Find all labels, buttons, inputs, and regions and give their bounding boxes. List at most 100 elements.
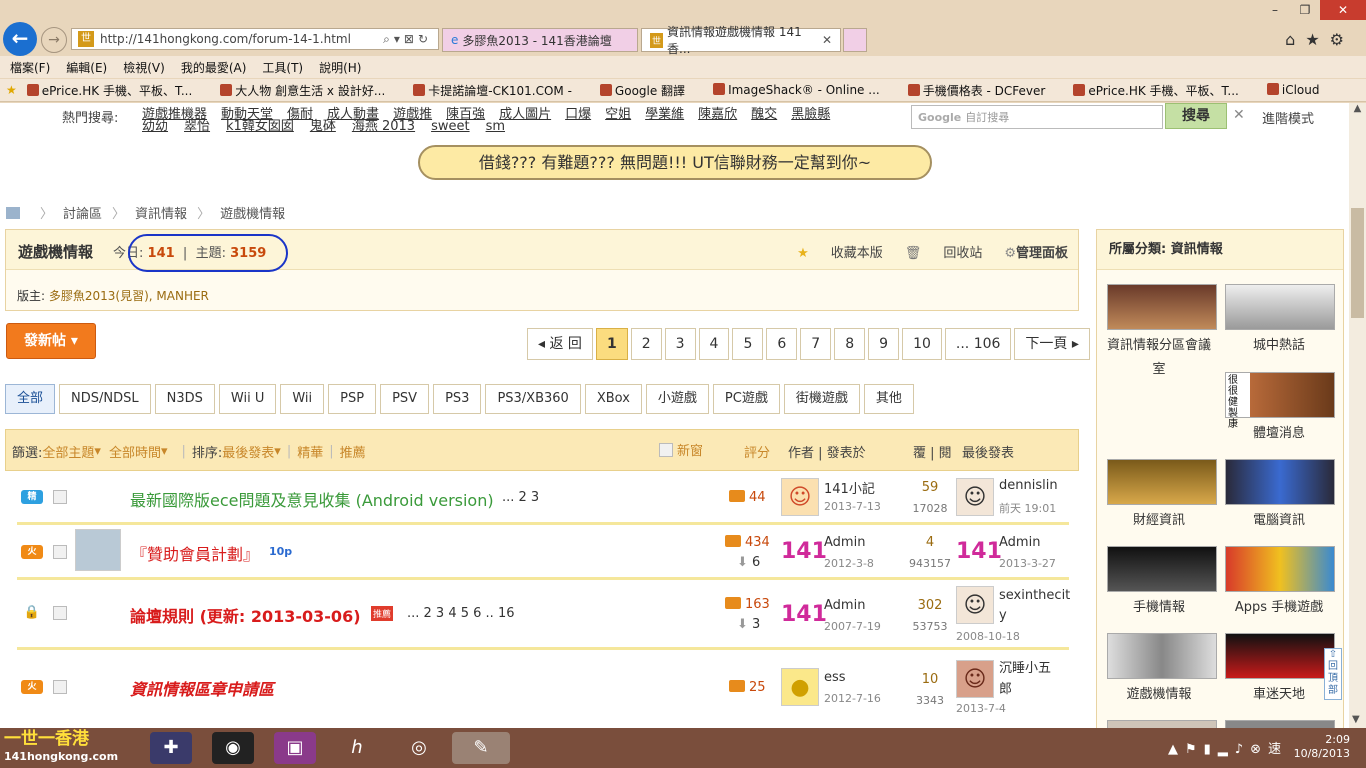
minimize-button[interactable]: – xyxy=(1260,0,1290,20)
hot-link[interactable]: 陳嘉欣 xyxy=(698,107,737,122)
home-icon[interactable] xyxy=(6,206,20,219)
taskbar-app-chrome-icon[interactable]: ◎ xyxy=(398,732,440,764)
menu-edit[interactable]: 編輯(E) xyxy=(66,59,107,76)
pager-page[interactable]: 2 xyxy=(630,328,662,360)
hot-link[interactable]: 學業維 xyxy=(645,107,684,122)
ad-banner[interactable]: 借錢??? 有難題??? 無問題!!! UT信聯財務一定幫到你~ xyxy=(418,145,932,180)
forward-button[interactable]: → xyxy=(41,27,67,53)
clear-search-icon[interactable]: ✕ xyxy=(1233,107,1245,123)
recycle-bin-link[interactable]: 🗑 回收站 xyxy=(905,242,983,261)
type-tab[interactable]: XBox xyxy=(584,384,642,414)
avatar[interactable]: ☺ xyxy=(956,660,994,698)
thread-checkbox[interactable] xyxy=(53,606,67,620)
hot-link[interactable]: 幼幼 xyxy=(142,119,168,134)
type-tab-all[interactable]: 全部 xyxy=(5,384,56,414)
thread-title[interactable]: 『贊助會員計劃』 xyxy=(131,541,259,565)
filter-recommend[interactable]: 推薦 xyxy=(340,442,366,461)
fav-item-4[interactable]: Google 翻譯 xyxy=(599,82,699,99)
pager-page[interactable]: 6 xyxy=(766,328,798,360)
pager-page[interactable]: 4 xyxy=(698,328,730,360)
pager-next[interactable]: 下一頁 ▸ xyxy=(1014,328,1090,360)
new-post-button[interactable]: 發新帖 ▾ xyxy=(6,323,96,359)
hot-link[interactable]: 鬼砵 xyxy=(310,119,336,134)
sidebar-item[interactable]: 財經資訊 xyxy=(1107,459,1217,528)
vertical-scrollbar[interactable]: ▲ xyxy=(1349,103,1366,728)
avatar[interactable]: ☺ xyxy=(956,586,994,624)
search-button[interactable]: 搜尋 xyxy=(1165,103,1227,129)
last-poster[interactable]: 沉睡小五郎 xyxy=(999,658,1063,700)
taskbar-app-remote-icon[interactable]: ▣ xyxy=(274,732,316,764)
taskbar-app-paint-icon[interactable]: ✎ xyxy=(452,732,510,764)
hot-link[interactable]: 海燕 2013 xyxy=(352,119,415,134)
sidebar-item[interactable]: 電腦資訊 xyxy=(1225,459,1337,528)
thread-pages[interactable]: ... 2 3 4 5 6 .. 16 xyxy=(407,606,515,621)
hot-link[interactable]: 空姐 xyxy=(605,107,631,122)
thread-checkbox[interactable] xyxy=(53,680,67,694)
thread-title[interactable]: 資訊情報區章申請區 xyxy=(130,676,274,700)
fav-item-6[interactable]: 手機價格表 - DCFever xyxy=(907,82,1060,99)
type-tab[interactable]: Wii U xyxy=(218,384,277,414)
taskbar-app-hp-icon[interactable]: ℎ xyxy=(336,732,378,764)
hot-link[interactable]: sm xyxy=(486,119,505,134)
type-tab[interactable]: N3DS xyxy=(154,384,215,414)
breadcrumb-game[interactable]: 遊戲機情報 xyxy=(220,203,285,222)
sidebar-item[interactable]: 城中熱話 xyxy=(1225,284,1337,353)
thread-pages[interactable]: 10p xyxy=(269,545,292,558)
last-poster[interactable]: Admin xyxy=(999,535,1040,550)
thread-pages[interactable]: ... 2 3 xyxy=(502,490,539,505)
filter-all-topics[interactable]: 全部主題 xyxy=(42,442,94,461)
new-tab-button[interactable] xyxy=(843,28,867,52)
author-name[interactable]: 141小記 xyxy=(824,478,875,497)
hot-link[interactable]: 醜交 xyxy=(751,107,777,122)
breadcrumb-forums[interactable]: 討論區 xyxy=(63,203,102,222)
pager-page-current[interactable]: 1 xyxy=(595,328,628,360)
fav-item-3[interactable]: 卡提諾論壇-CK101.COM - xyxy=(413,82,586,99)
thread-checkbox[interactable] xyxy=(53,545,67,559)
scroll-up-arrow-icon[interactable]: ▲ xyxy=(1349,103,1366,114)
custom-search-input[interactable]: Google 自訂搜尋 xyxy=(911,105,1163,129)
type-tab[interactable]: 其他 xyxy=(863,384,914,414)
pager-page[interactable]: 10 xyxy=(902,328,942,360)
advanced-mode-link[interactable]: 進階模式 xyxy=(1262,108,1314,127)
tab-close-icon[interactable]: ✕ xyxy=(822,33,832,47)
avatar[interactable]: 141 xyxy=(781,596,827,634)
avatar[interactable]: ☺ xyxy=(781,478,819,516)
sidebar-item[interactable]: 車迷天地 xyxy=(1225,633,1337,702)
back-button[interactable]: ← xyxy=(3,22,37,56)
type-tab[interactable]: PSP xyxy=(328,384,377,414)
fav-item-2[interactable]: 大人物 創意生活 x 設計好... xyxy=(220,82,399,99)
flag-icon[interactable]: ⚑ xyxy=(1185,742,1204,757)
fav-item-7[interactable]: ePrice.HK 手機、平板、T... xyxy=(1073,82,1253,99)
pager-last-page[interactable]: ... 106 xyxy=(944,328,1012,360)
avatar[interactable]: 141 xyxy=(956,533,1002,571)
author-name[interactable]: ess xyxy=(824,670,846,685)
address-bar[interactable]: 世 http://141hongkong.com/forum-14-1.html… xyxy=(71,28,439,50)
thread-title[interactable]: 最新國際版ece問題及意見收集 (Android version) xyxy=(130,487,494,511)
address-controls[interactable]: ⌕▾⊠↻ xyxy=(383,32,438,47)
thread-title[interactable]: 論壇規則 (更新: 2013-03-06) xyxy=(130,603,361,627)
new-window-toggle[interactable]: 新窗 xyxy=(659,440,703,459)
breadcrumb-info[interactable]: 資訊情報 xyxy=(135,203,187,222)
restore-button[interactable]: ❐ xyxy=(1290,0,1320,20)
scroll-down-arrow-icon[interactable]: ▼ xyxy=(1352,714,1360,725)
type-tab[interactable]: PSV xyxy=(380,384,430,414)
scrollbar-thumb[interactable] xyxy=(1351,208,1364,318)
hot-link[interactable]: k1韓女囡囡 xyxy=(226,119,294,134)
author-name[interactable]: Admin xyxy=(824,598,865,613)
ime-indicator[interactable]: 速 xyxy=(1268,742,1288,757)
menu-help[interactable]: 說明(H) xyxy=(319,59,361,76)
clock[interactable]: 2:09 10/8/2013 xyxy=(1294,733,1350,761)
avatar[interactable]: 141 xyxy=(781,533,827,571)
menu-tools[interactable]: 工具(T) xyxy=(262,59,303,76)
back-to-top-button[interactable]: ⇧ 回頂部 xyxy=(1324,648,1342,700)
type-tab[interactable]: PC遊戲 xyxy=(712,384,780,414)
avatar[interactable]: ☺ xyxy=(956,478,994,516)
sidebar-item[interactable]: 很很健製康 體壇消息 xyxy=(1225,372,1337,441)
sidebar-item[interactable]: 資訊情報分區會議室 xyxy=(1107,284,1217,382)
sidebar-item[interactable]: Apps 手機遊戲 xyxy=(1225,546,1337,615)
volume-icon[interactable]: ♪ xyxy=(1235,742,1250,757)
fav-item-8[interactable]: iCloud xyxy=(1266,83,1334,97)
pager-page[interactable]: 9 xyxy=(868,328,900,360)
avatar[interactable]: ● xyxy=(781,668,819,706)
pager-page[interactable]: 3 xyxy=(664,328,696,360)
